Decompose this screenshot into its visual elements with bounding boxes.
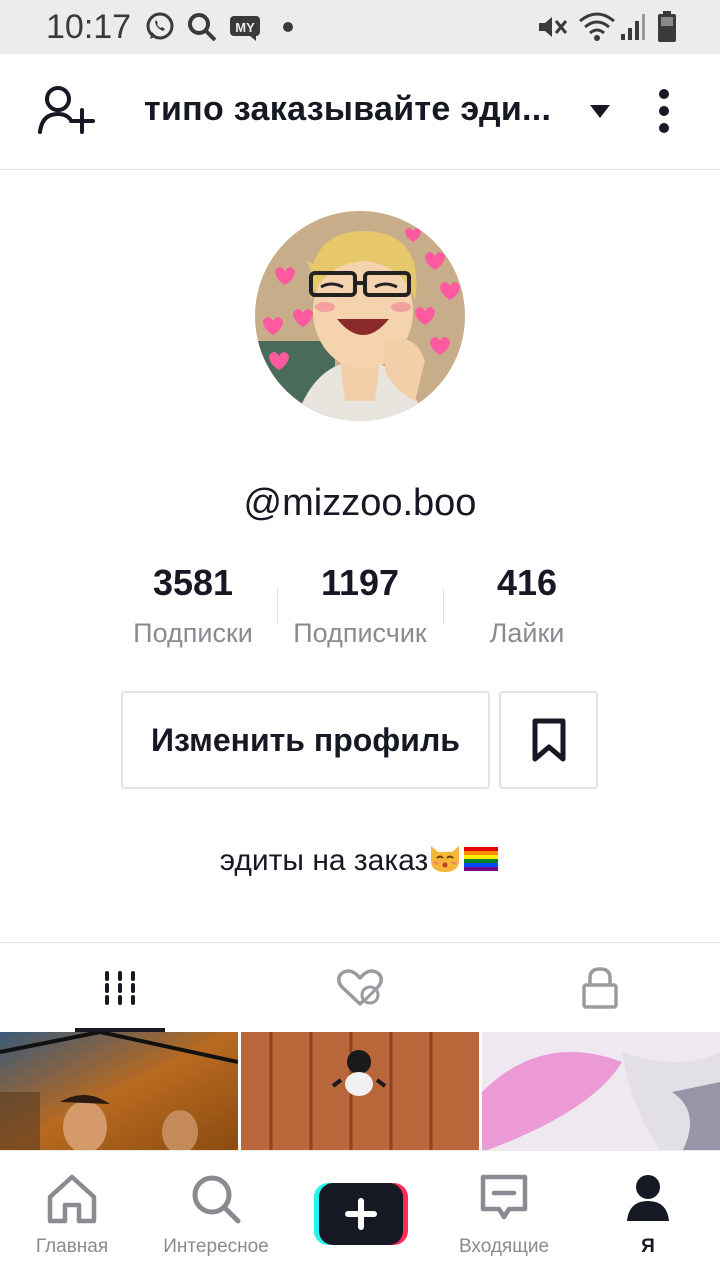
bio-text: эдиты на заказ [219, 843, 429, 877]
nav-discover[interactable]: Интересное [144, 1151, 288, 1280]
video-grid [0, 1032, 720, 1152]
stat-value: 416 [496, 562, 558, 603]
create-video-button[interactable] [314, 1183, 408, 1245]
nav-inbox[interactable]: Входящие [432, 1151, 576, 1280]
account-switcher-title[interactable]: типо заказывайте эди... [144, 90, 551, 129]
stat-value: 3581 [152, 562, 234, 603]
notification-dot-icon [282, 10, 294, 44]
lock-icon [582, 967, 618, 1009]
nav-label: Я [641, 1236, 655, 1257]
stat-label: Подписки [133, 618, 253, 648]
stat-label: Лайки [489, 618, 565, 648]
profile-icon [576, 1173, 720, 1229]
chevron-down-icon[interactable] [588, 102, 612, 122]
video-thumbnail[interactable] [0, 1032, 238, 1152]
grid-videos-icon [105, 971, 135, 1005]
stat-following[interactable]: 3581 Подписки [108, 562, 278, 649]
profile-header: типо заказывайте эди... [0, 54, 720, 170]
video-thumbnail[interactable] [482, 1032, 720, 1152]
stat-value: 1197 [320, 562, 400, 603]
bookmark-icon [532, 718, 565, 762]
nav-home[interactable]: Главная [0, 1151, 144, 1280]
video-thumbnail[interactable] [241, 1032, 479, 1152]
stat-followers[interactable]: 1197 Подписчик [275, 562, 445, 649]
nav-me[interactable]: Я [576, 1151, 720, 1280]
rainbow-flag-emoji-icon [462, 843, 500, 881]
inbox-icon [432, 1173, 576, 1229]
edit-profile-button[interactable]: Изменить профиль [121, 691, 490, 789]
username: @mizzoo.boo [243, 482, 477, 524]
profile-tabs [0, 942, 720, 1032]
tab-liked[interactable] [240, 943, 480, 1033]
wifi-icon [578, 10, 616, 44]
cat-kiss-emoji-icon [428, 842, 462, 882]
whatsapp-icon [144, 10, 176, 44]
signal-icon [620, 10, 646, 44]
avatar[interactable] [255, 211, 465, 421]
add-friend-icon[interactable] [36, 84, 96, 138]
nav-label: Интересное [163, 1236, 269, 1257]
app-notification-icon: MY [228, 10, 262, 44]
home-icon [0, 1173, 144, 1229]
bio: эдиты на заказ [0, 842, 720, 882]
more-options-icon[interactable] [652, 88, 676, 138]
status-bar: 10:17 MY [0, 0, 720, 54]
stat-label: Подписчик [293, 618, 427, 648]
svg-text:MY: MY [235, 20, 255, 35]
bookmarks-button[interactable] [499, 691, 598, 789]
hidden-heart-icon [337, 969, 383, 1006]
mute-icon [536, 10, 568, 44]
battery-icon [656, 10, 678, 44]
search-icon [144, 1173, 288, 1229]
tab-videos[interactable] [0, 943, 240, 1033]
tab-private[interactable] [480, 943, 720, 1033]
search-notification-icon [186, 10, 218, 44]
stat-likes[interactable]: 416 Лайки [442, 562, 612, 649]
status-time: 10:17 [46, 8, 132, 46]
